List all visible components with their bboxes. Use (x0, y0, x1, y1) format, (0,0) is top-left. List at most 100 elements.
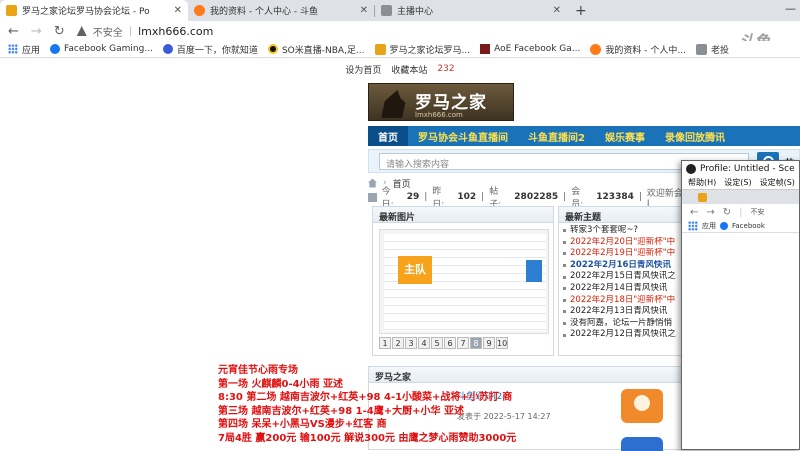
stats-divider: | (424, 192, 428, 202)
omnibox[interactable]: 不安全 | lmxh666.com (76, 23, 213, 39)
bookmark-label: 我的资料 - 个人中... (605, 45, 686, 56)
tab-luoma-forum[interactable]: 罗马之家论坛罗马协会论坛 - Po ✕ (0, 0, 188, 21)
menu-settings[interactable]: 设定(S) (724, 177, 751, 189)
topic-item[interactable]: 2022年2月16日青风快讯 (563, 260, 685, 272)
obs-window[interactable]: Profile: Untitled - Sce 帮助(H) 设定(S) 设定帧(… (681, 160, 800, 450)
topic-item[interactable]: 2022年2月12日青风快讯之 (563, 329, 685, 341)
url-text[interactable]: lmxh666.com (138, 25, 213, 38)
bookmark-label: SO米直播-NBA,足... (281, 45, 365, 56)
topic-item[interactable]: 2022年2月15日青风快讯之 (563, 271, 685, 283)
close-icon[interactable]: ✕ (553, 5, 561, 16)
minimize-button[interactable]: — (785, 2, 796, 15)
topic-item[interactable]: 2022年2月20日"迎新杯"中 (563, 237, 685, 249)
topic-list: 转家3个套套呢~? 2022年2月20日"迎新杯"中 2022年2月19日"迎新杯"… (559, 223, 685, 341)
bookmark-aoe-facebook[interactable]: AoE Facebook Ga... (480, 44, 580, 54)
pager-item[interactable]: 6 (444, 337, 456, 349)
set-home-link[interactable]: 设为首页 (345, 63, 381, 76)
topic-item[interactable]: 转家3个套套呢~? (563, 225, 685, 237)
nav-item-home[interactable]: 首页 (368, 126, 408, 146)
logo-name: 罗马之家 (415, 93, 487, 113)
nav-item-douyu-room-2[interactable]: 斗鱼直播间2 (518, 126, 595, 146)
latest-pics-panel: 最新图片 主队 1 2 3 4 5 6 7 8 9 10 (372, 206, 554, 356)
stream-schedule-overlay: 元宵佳节心雨专场 第一场 火麒麟0-4小雨 亚述 8:30 第二场 越南吉波尔+… (218, 364, 538, 446)
featured-image[interactable]: 主队 (379, 229, 549, 334)
pager-item[interactable]: 4 (418, 337, 430, 349)
forward-arrow-icon: → (706, 206, 715, 218)
bookmark-facebook-gaming[interactable]: Facebook Gaming... (50, 44, 153, 54)
team-badge: 主队 (398, 256, 432, 284)
separator: | (739, 206, 743, 218)
topic-item[interactable]: 没有阿嘉，论坛一片静悄悄 (563, 318, 685, 330)
reload-icon[interactable]: ↻ (54, 24, 65, 39)
bookmark-so-live[interactable]: SO米直播-NBA,足... (267, 43, 365, 56)
today-count: 29 (406, 192, 420, 202)
topic-item[interactable]: 2022年2月13日青风快讯 (563, 306, 685, 318)
logo-domain: lmxh666.com (415, 111, 463, 119)
forum-icon[interactable] (621, 437, 663, 451)
pager-item-current[interactable]: 8 (470, 337, 482, 349)
bookmark-label: AoE Facebook Ga... (494, 44, 581, 54)
overlay-line: 8:30 第二场 越南吉波尔+红英+98 4-1小酸菜+战将+小苏打 商 (218, 392, 513, 404)
pager-item[interactable]: 7 (457, 337, 469, 349)
warning-icon (76, 26, 87, 36)
streamer-icon (381, 5, 392, 16)
bookmark-label: 老投 (710, 45, 729, 56)
site-logo[interactable]: 罗马之家 lmxh666.com (368, 83, 514, 121)
pager-item[interactable]: 10 (496, 337, 508, 349)
members-count: 123384 (596, 192, 634, 202)
yesterday-count: 102 (457, 192, 477, 202)
back-arrow-icon[interactable]: ← (8, 24, 19, 39)
trophy-icon[interactable] (621, 389, 663, 423)
nav-item-douyu-room[interactable]: 罗马协会斗鱼直播间 (408, 126, 518, 146)
obs-icon (686, 164, 696, 174)
preview-bookmark-label: Facebook (732, 222, 765, 230)
pager-item[interactable]: 2 (392, 337, 404, 349)
close-icon[interactable]: ✕ (360, 5, 368, 16)
tab-streamer-center[interactable]: 主播中心 ✕ (375, 0, 567, 21)
bookmarks-bar: 应用 Facebook Gaming... 百度一下，你就知道 SO米直播-NB… (0, 41, 800, 58)
horse-icon (698, 192, 707, 202)
pager-item[interactable]: 5 (431, 337, 443, 349)
baidu-paw-icon (162, 44, 173, 54)
bookmark-site-link[interactable]: 收藏本站 (391, 63, 427, 76)
topic-item[interactable]: 2022年2月19日"迎新杯"中 (563, 248, 685, 260)
tab-douyu-profile[interactable]: 我的资料 - 个人中心 - 斗鱼 ✕ (188, 0, 374, 21)
forum-stats: 今日: 29 | 昨日: 102 | 帖子: 2802285 | 会员: 123384 … (368, 187, 698, 210)
forward-arrow-icon[interactable]: → (31, 24, 42, 39)
obs-title: Profile: Untitled - Sce (700, 164, 795, 174)
tab-title: 罗马之家论坛罗马协会论坛 - Po (22, 7, 150, 17)
insecure-label: 不安全 (92, 27, 123, 39)
bookmark-douyu-profile[interactable]: 我的资料 - 个人中... (590, 43, 686, 56)
main-nav: 首页 罗马协会斗鱼直播间 斗鱼直播间2 娱乐赛事 录像回放腾讯 (368, 126, 800, 146)
nav-item-replays[interactable]: 录像回放腾讯 (655, 126, 735, 146)
overlay-line: 7局4胜 赢200元 输100元 解说300元 由鹰之梦心雨赞助3000元 (218, 432, 517, 444)
address-bar-row: ← → ↻ 不安全 | lmxh666.com (0, 21, 800, 41)
home-icon[interactable] (368, 178, 377, 188)
preview-addressbar: ← → ↻ | 不安 (682, 204, 799, 220)
tab-title: 主播中心 (397, 7, 434, 17)
pager-item[interactable]: 1 (379, 337, 391, 349)
menu-settings-frame[interactable]: 设定帧(S) (760, 177, 795, 189)
obs-titlebar: Profile: Untitled - Sce (682, 161, 799, 177)
menu-help[interactable]: 帮助(H) (688, 177, 716, 189)
topic-item[interactable]: 2022年2月18日"迎新杯"中 (563, 295, 685, 307)
close-icon[interactable]: ✕ (174, 5, 182, 16)
bookmark-label: 百度一下，你就知道 (176, 45, 258, 56)
douyu-icon (194, 5, 205, 16)
pager-item[interactable]: 9 (483, 337, 495, 349)
online-count: 232 (437, 64, 455, 74)
stats-icon (368, 192, 377, 202)
bookmark-baidu[interactable]: 百度一下，你就知道 (162, 43, 258, 56)
douyu-icon (590, 43, 602, 55)
bookmark-luoma[interactable]: 罗马之家论坛罗马... (374, 43, 470, 56)
bookmark-other[interactable]: 老投 (695, 43, 729, 56)
topic-item[interactable]: 2022年2月14日青风快讯 (563, 283, 685, 295)
new-tab-button[interactable]: + (567, 0, 595, 21)
preview-bookmark-label: 应用 (702, 222, 716, 230)
nav-item-events[interactable]: 娱乐赛事 (595, 126, 655, 146)
bookmark-apps[interactable]: 应用 (8, 43, 40, 56)
stats-divider: | (563, 192, 567, 202)
pager-item[interactable]: 3 (405, 337, 417, 349)
obs-menu: 帮助(H) 设定(S) 设定帧(S) (682, 177, 799, 190)
reload-icon: ↻ (722, 206, 732, 218)
